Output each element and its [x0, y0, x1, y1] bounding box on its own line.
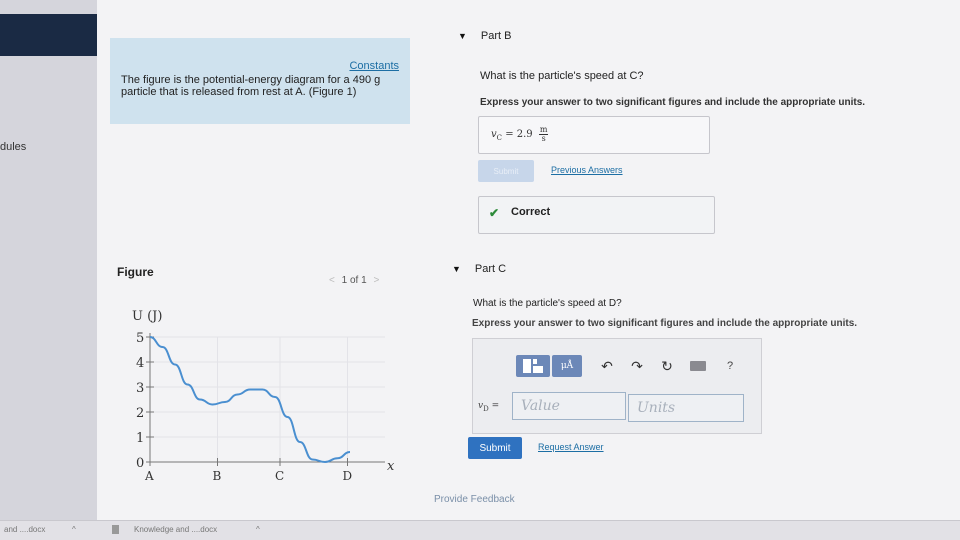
y-tick-label: 2: [136, 406, 144, 421]
chevron-right-icon[interactable]: >: [373, 275, 379, 286]
collapse-caret-icon[interactable]: ▼: [458, 31, 467, 41]
chevron-up-icon[interactable]: ^: [72, 525, 76, 534]
x-axis-title: x: [387, 459, 395, 474]
y-tick-label: 1: [136, 431, 144, 446]
chevron-up-icon[interactable]: ^: [256, 525, 260, 534]
part-b-instruction: Express your answer to two significant f…: [480, 97, 866, 108]
y-axis-title: U (J): [132, 309, 162, 324]
answer-equals: =: [488, 401, 500, 411]
potential-energy-chart: 0 1 2 3 4 5 A B C D U (J) x: [132, 309, 395, 483]
x-tick-label: B: [213, 469, 222, 483]
request-answer-link[interactable]: Request Answer: [538, 442, 604, 452]
provide-feedback-link[interactable]: Provide Feedback: [434, 494, 515, 505]
potential-energy-curve: [149, 336, 351, 464]
part-b-answer: vC = 2.9 m s: [491, 126, 549, 143]
part-c-instruction: Express your answer to two significant f…: [472, 318, 858, 329]
chevron-left-icon[interactable]: <: [329, 275, 335, 286]
problem-text: The figure is the potential-energy diagr…: [121, 74, 381, 98]
part-c-submit-button[interactable]: Submit: [468, 437, 522, 459]
part-c-question: What is the particle's speed at D?: [473, 298, 622, 309]
part-c-answer-label: vD =: [478, 401, 499, 413]
modules-nav-label[interactable]: dules: [0, 141, 26, 153]
pager-text: 1 of 1: [341, 275, 367, 286]
units-button[interactable]: μÅ: [552, 355, 582, 377]
keyboard-icon[interactable]: [690, 361, 706, 371]
y-tick-label: 4: [136, 356, 144, 371]
x-tick-label: D: [343, 469, 353, 483]
previous-answers-link[interactable]: Previous Answers: [551, 165, 623, 175]
part-c-header[interactable]: ▼ Part C: [452, 263, 506, 275]
document-icon: [112, 525, 119, 534]
units-input[interactable]: [628, 394, 744, 422]
reset-icon[interactable]: ↻: [656, 355, 678, 377]
download-item[interactable]: Knowledge and ....docx: [134, 525, 217, 534]
part-b-submit-button[interactable]: Submit: [478, 160, 534, 182]
answer-value: = 2.9: [502, 129, 533, 140]
checkmark-icon: ✔: [489, 206, 500, 220]
collapse-caret-icon[interactable]: ▼: [452, 264, 461, 274]
y-tick-label: 5: [136, 331, 144, 346]
y-tick-label: 0: [136, 456, 144, 471]
redo-icon[interactable]: ↷: [626, 355, 648, 377]
part-b-question: What is the particle's speed at C?: [480, 70, 644, 82]
unit-denominator: s: [541, 134, 546, 143]
figure-pager: < 1 of 1 >: [325, 275, 383, 286]
constants-link[interactable]: Constants: [349, 60, 399, 72]
templates-icon[interactable]: [516, 355, 550, 377]
x-tick-label: A: [144, 469, 154, 483]
part-b-answer-box: vC = 2.9 m s: [478, 116, 710, 154]
x-tick-label: C: [275, 469, 284, 483]
part-b-header[interactable]: ▼ Part B: [458, 30, 512, 42]
figure-title: Figure: [117, 265, 154, 279]
correct-feedback-box: ✔ Correct: [478, 196, 715, 234]
value-input[interactable]: [512, 392, 626, 420]
correct-label: Correct: [511, 206, 551, 218]
download-item[interactable]: and ....docx: [4, 525, 45, 534]
left-navigation: dules: [0, 0, 97, 520]
answer-units: m s: [538, 126, 549, 143]
problem-statement-box: Constants The figure is the potential-en…: [110, 38, 410, 124]
nav-active-block[interactable]: [0, 14, 97, 56]
part-c-title: Part C: [474, 263, 507, 275]
help-icon[interactable]: ?: [722, 355, 738, 377]
undo-icon[interactable]: ↶: [596, 355, 618, 377]
downloads-bar: and ....docx ^ Knowledge and ....docx ^: [0, 520, 960, 540]
part-b-title: Part B: [480, 30, 512, 42]
y-tick-label: 3: [136, 381, 144, 396]
